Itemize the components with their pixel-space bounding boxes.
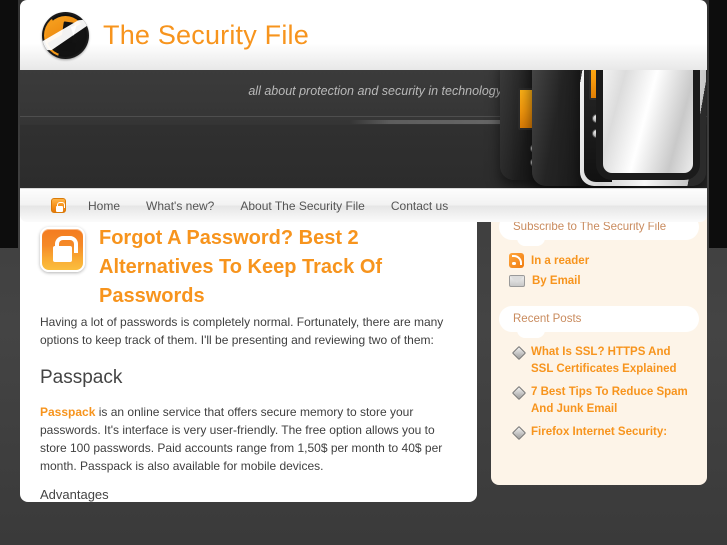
section-paragraph: Passpack is an online service that offer… <box>40 403 457 475</box>
diamond-bullet-icon <box>513 347 524 358</box>
list-item: Firefox Internet Security: <box>513 424 695 441</box>
content-area: Forgot A Password? Best 2 Alternatives T… <box>20 202 707 502</box>
post-intro-text: Having a lot of passwords is completely … <box>40 315 444 347</box>
list-item: What Is SSL? HTTPS And SSL Certificates … <box>513 344 695 378</box>
page-wrapper: The Security File all about protection a… <box>20 0 707 502</box>
list-item: 7 Best Tips To Reduce Spam And Junk Emai… <box>513 384 695 418</box>
subscribe-link-reader[interactable]: In a reader <box>509 253 707 268</box>
widget-subscribe: Subscribe to The Security File In a read… <box>491 214 707 300</box>
nav-item-about[interactable]: About The Security File <box>227 199 378 213</box>
widget-title-recent-posts: Recent Posts <box>499 306 699 338</box>
section-body-text: is an online service that offers secure … <box>40 405 443 473</box>
nav-item-whats-new[interactable]: What's new? <box>133 199 227 213</box>
subscribe-links: In a reader By Email <box>491 240 707 300</box>
site-tagline: all about protection and security in tec… <box>248 84 502 98</box>
nav-item-contact[interactable]: Contact us <box>378 199 461 213</box>
article-column: Forgot A Password? Best 2 Alternatives T… <box>20 202 477 502</box>
recent-post-link-1[interactable]: What Is SSL? HTTPS And SSL Certificates … <box>531 344 695 378</box>
subscribe-link-reader-label: In a reader <box>531 254 590 267</box>
section-heading-passpack: Passpack <box>40 367 123 388</box>
post-intro: Having a lot of passwords is completely … <box>40 313 457 349</box>
site-titlebar: The Security File <box>20 0 707 70</box>
server-rack-icon <box>494 70 707 188</box>
widget-recent-posts: Recent Posts What Is SSL? HTTPS And SSL … <box>491 306 707 441</box>
recent-post-link-3[interactable]: Firefox Internet Security: <box>531 424 667 441</box>
sidebar: Subscribe to The Security File In a read… <box>491 202 707 485</box>
section-body: Passpack is an online service that offer… <box>40 403 457 475</box>
post-header: Forgot A Password? Best 2 Alternatives T… <box>40 224 457 311</box>
security-tower-logo-icon[interactable] <box>42 11 89 59</box>
site-title: The Security File <box>103 19 309 50</box>
site-masthead: The Security File all about protection a… <box>20 0 707 222</box>
subscribe-link-email[interactable]: By Email <box>509 275 707 287</box>
page-edge-shadow-left <box>0 0 18 248</box>
masthead-banner: all about protection and security in tec… <box>20 70 707 188</box>
diamond-bullet-icon <box>513 387 524 398</box>
rss-icon <box>509 253 524 268</box>
page-edge-shadow-right <box>709 0 727 248</box>
subscribe-link-email-label: By Email <box>532 275 581 287</box>
sub-heading-advantages: Advantages <box>40 487 109 502</box>
lock-icon <box>51 198 66 213</box>
diamond-bullet-icon <box>513 427 524 438</box>
email-icon <box>509 275 525 287</box>
padlock-icon <box>40 227 85 272</box>
server-unit-front <box>580 70 706 186</box>
nav-item-home[interactable]: Home <box>75 199 133 213</box>
page-title: Forgot A Password? Best 2 Alternatives T… <box>99 227 383 307</box>
passpack-link[interactable]: Passpack <box>40 405 95 419</box>
recent-post-link-2[interactable]: 7 Best Tips To Reduce Spam And Junk Emai… <box>531 384 695 418</box>
recent-posts-list: What Is SSL? HTTPS And SSL Certificates … <box>491 332 707 441</box>
primary-navigation: Home What's new? About The Security File… <box>20 188 707 222</box>
